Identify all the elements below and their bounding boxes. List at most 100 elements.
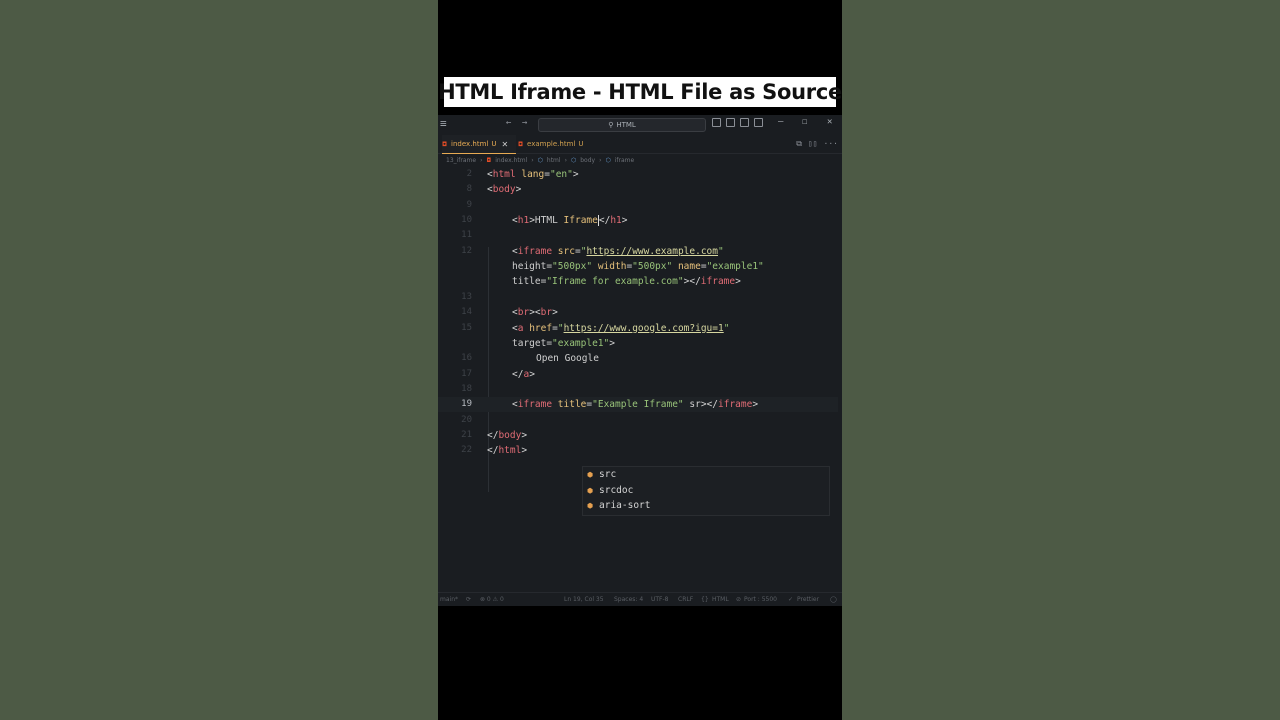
indentation[interactable]: Spaces: 4	[614, 596, 643, 603]
line-number: 9	[466, 199, 472, 210]
command-center-label: HTML	[616, 121, 636, 129]
code-line[interactable]: 8 <body>	[438, 182, 838, 197]
close-tab-icon[interactable]: ✕	[502, 140, 509, 149]
code-line[interactable]: 12 <iframe src="https://www.example.com"	[438, 244, 838, 259]
encoding[interactable]: UTF-8	[651, 596, 669, 603]
code-line[interactable]: 10 <h1>HTML Iframe</h1>	[438, 213, 838, 228]
tab-filename: index.html	[451, 140, 489, 148]
problems-count[interactable]: ⊗ 0 ⚠ 0	[480, 596, 504, 603]
chevron-right-icon: ›	[531, 157, 534, 164]
code-text: height="500px" width="500px" name="examp…	[512, 261, 764, 273]
code-line[interactable]: 13	[438, 290, 838, 305]
live-server-port[interactable]: Port : 5500	[744, 596, 777, 603]
check-icon: ✓	[788, 596, 794, 603]
suggestion-item[interactable]: ⬢ aria-sort	[587, 498, 650, 513]
open-changes-icon[interactable]: ⧉	[796, 139, 802, 149]
code-text: <iframe title="Example Iframe" sr></ifra…	[512, 399, 759, 411]
line-number: 10	[461, 215, 472, 226]
editor-title-bar: ≡ ← → ⚲ HTML — ☐ ✕	[438, 115, 842, 133]
html5-file-icon: ◘	[442, 140, 448, 148]
split-editor-icon[interactable]: ▯▯	[808, 139, 818, 149]
code-line[interactable]: 18	[438, 382, 838, 397]
video-title-banner: HTML Iframe - HTML File as Source	[438, 77, 842, 107]
video-title: HTML Iframe - HTML File as Source	[438, 80, 842, 104]
line-number: 20	[461, 414, 472, 425]
close-window-icon[interactable]: ✕	[827, 117, 832, 127]
breadcrumb-iframe[interactable]: iframe	[615, 157, 634, 164]
toggle-sidebar-icon[interactable]	[712, 118, 721, 127]
code-text: <h1>HTML Iframe</h1>	[512, 215, 628, 227]
code-editor-window: ≡ ← → ⚲ HTML — ☐ ✕ ◘ index.html U ✕ ◘ ex…	[438, 115, 842, 606]
code-line[interactable]: 20	[438, 413, 838, 428]
broadcast-icon: ⊘	[736, 596, 742, 603]
code-line[interactable]: 17 </a>	[438, 367, 838, 382]
code-line[interactable]: 21 </body>	[438, 428, 838, 443]
line-endings[interactable]: CRLF	[678, 596, 693, 603]
code-line[interactable]: 22 </html>	[438, 443, 838, 458]
code-line[interactable]: title="Iframe for example.com"></iframe>	[438, 274, 838, 289]
code-line[interactable]: 9	[438, 198, 838, 213]
code-line[interactable]: 11	[438, 228, 838, 243]
code-line[interactable]: target="example1">	[438, 336, 838, 351]
tab-example-html[interactable]: ◘ example.html U	[518, 135, 598, 153]
minimize-window-icon[interactable]: —	[778, 117, 783, 127]
suggestion-label: src	[599, 469, 617, 480]
braces-icon: {}	[701, 596, 709, 603]
cursor-position[interactable]: Ln 19, Col 35	[564, 596, 604, 603]
formatter[interactable]: Prettier	[797, 596, 819, 603]
tab-git-status: U	[491, 140, 497, 148]
forward-arrow-icon[interactable]: →	[522, 118, 527, 128]
line-number: 19	[461, 399, 472, 410]
element-icon: ⬡	[570, 157, 577, 164]
code-text: <html lang="en">	[487, 169, 579, 180]
line-number: 14	[461, 307, 472, 318]
layout-controls	[712, 118, 763, 127]
hamburger-menu-icon[interactable]: ≡	[440, 117, 447, 130]
line-number: 16	[461, 353, 472, 364]
suggestion-item[interactable]: ⬢ srcdoc	[587, 483, 633, 498]
breadcrumb-body[interactable]: body	[580, 157, 595, 164]
suggestion-label: srcdoc	[599, 485, 634, 496]
code-line[interactable]: height="500px" width="500px" name="examp…	[438, 259, 838, 274]
code-text: <body>	[487, 184, 522, 196]
code-text: </html>	[487, 445, 528, 457]
editor-actions: ⧉ ▯▯ ···	[796, 139, 838, 149]
more-actions-icon[interactable]: ···	[824, 139, 838, 149]
breadcrumb-folder[interactable]: 13_iframe	[446, 157, 476, 164]
command-center-search[interactable]: ⚲ HTML	[538, 118, 706, 132]
code-text: <iframe src="https://www.example.com"	[512, 245, 724, 257]
code-text: </a>	[512, 368, 535, 380]
code-line[interactable]: 14 <br><br>	[438, 305, 838, 320]
line-number: 2	[466, 169, 472, 179]
language-mode[interactable]: HTML	[712, 596, 729, 603]
search-icon: ⚲	[608, 121, 614, 129]
code-text: </body>	[487, 429, 528, 441]
tab-filename: example.html	[527, 140, 576, 148]
breadcrumb-html[interactable]: html	[547, 157, 561, 164]
toggle-secondary-sidebar-icon[interactable]	[740, 118, 749, 127]
tab-index-html[interactable]: ◘ index.html U ✕	[442, 135, 516, 154]
maximize-window-icon[interactable]: ☐	[802, 117, 807, 127]
code-line[interactable]: 19 <iframe title="Example Iframe" sr></if…	[438, 397, 838, 413]
video-frame: HTML Iframe - HTML File as Source ≡ ← → …	[438, 0, 842, 720]
sync-icon[interactable]: ⟳	[466, 596, 471, 603]
left-blurred-background	[0, 0, 438, 720]
html5-file-icon: ◘	[518, 140, 524, 148]
property-icon: ⬢	[587, 486, 594, 495]
customize-layout-icon[interactable]	[754, 118, 763, 127]
toggle-panel-icon[interactable]	[726, 118, 735, 127]
code-line[interactable]: 15 <a href="https://www.google.com?igu=1"	[438, 321, 838, 336]
git-branch[interactable]: main*	[440, 596, 458, 603]
line-number: 21	[461, 429, 472, 440]
back-arrow-icon[interactable]: ←	[506, 118, 511, 128]
code-text: Open Google	[536, 353, 599, 365]
chevron-right-icon: ›	[480, 157, 483, 164]
notifications-icon[interactable]: ◯	[830, 596, 837, 603]
breadcrumb-file[interactable]: index.html	[495, 157, 527, 164]
breadcrumb: 13_iframe › ◘ index.html › ⬡ html › ⬡ bo…	[446, 155, 634, 166]
chevron-right-icon: ›	[564, 157, 567, 164]
suggestion-item[interactable]: ⬢ src	[587, 467, 616, 482]
code-line[interactable]: 16 Open Google	[438, 351, 838, 366]
line-number: 18	[461, 383, 472, 394]
code-line[interactable]: 2 <html lang="en">	[438, 167, 838, 182]
